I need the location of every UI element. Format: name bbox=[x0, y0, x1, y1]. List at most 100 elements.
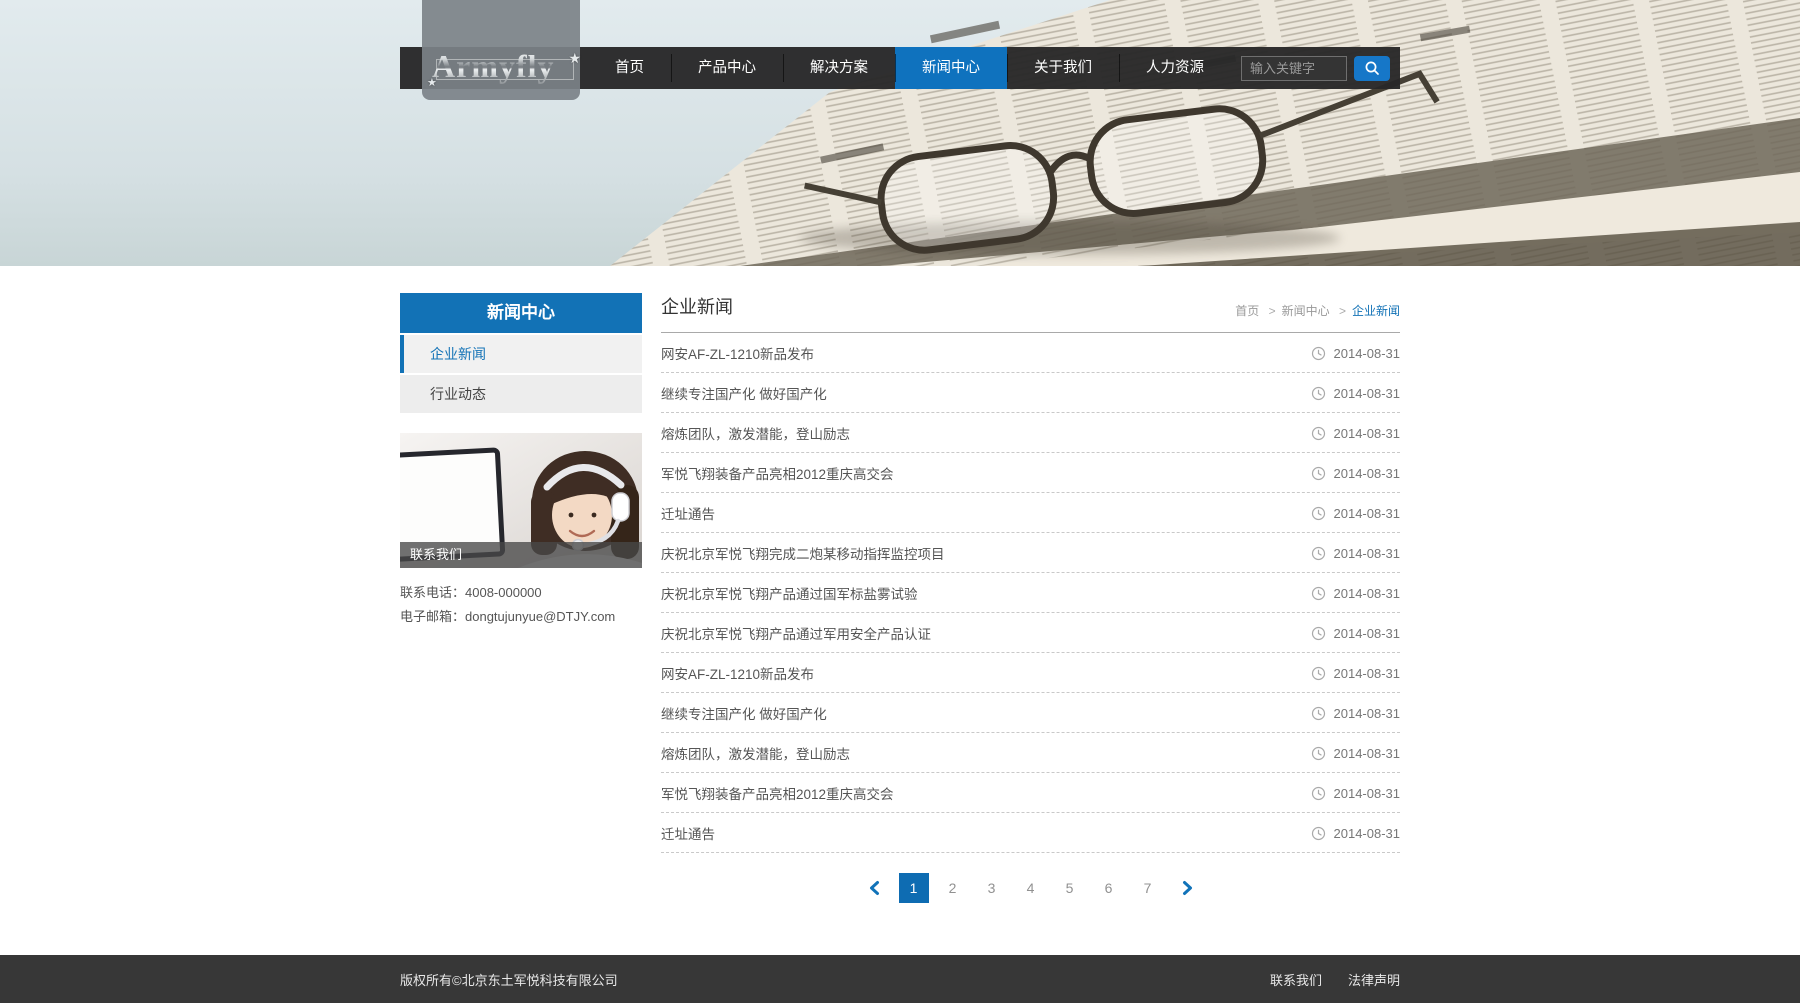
news-meta: 2014-08-31 bbox=[1311, 506, 1401, 521]
sidebar-item[interactable]: 企业新闻 bbox=[400, 335, 642, 373]
news-title-link[interactable]: 网安AF-ZL-1210新品发布 bbox=[661, 343, 814, 363]
sidebar-item[interactable]: 行业动态 bbox=[400, 375, 642, 413]
news-title-link[interactable]: 网安AF-ZL-1210新品发布 bbox=[661, 663, 814, 683]
news-row[interactable]: 军悦飞翔装备产品亮相2012重庆高交会 2014-08-31 bbox=[661, 453, 1400, 493]
news-title-link[interactable]: 庆祝北京军悦飞翔完成二炮某移动指挥监控项目 bbox=[661, 543, 945, 563]
news-title-link[interactable]: 军悦飞翔装备产品亮相2012重庆高交会 bbox=[661, 463, 894, 483]
logo[interactable]: ★ ★ Armyfly bbox=[430, 48, 580, 88]
page-title: 企业新闻 bbox=[661, 293, 733, 319]
news-date: 2014-08-31 bbox=[1334, 426, 1401, 441]
news-title-link[interactable]: 继续专注国产化 做好国产化 bbox=[661, 383, 827, 403]
news-meta: 2014-08-31 bbox=[1311, 706, 1401, 721]
footer-links: 联系我们 法律声明 bbox=[1270, 970, 1400, 989]
nav-item[interactable]: 人力资源 bbox=[1119, 47, 1231, 89]
nav-item[interactable]: 关于我们 bbox=[1007, 47, 1119, 89]
news-row[interactable]: 迁址通告 2014-08-31 bbox=[661, 813, 1400, 853]
search-input[interactable] bbox=[1241, 56, 1347, 81]
news-date: 2014-08-31 bbox=[1334, 386, 1401, 401]
news-row[interactable]: 网安AF-ZL-1210新品发布 2014-08-31 bbox=[661, 653, 1400, 693]
news-row[interactable]: 熔炼团队，激发潜能，登山励志 2014-08-31 bbox=[661, 733, 1400, 773]
pagination-page[interactable]: 7 bbox=[1133, 873, 1163, 903]
clock-icon bbox=[1311, 466, 1326, 481]
news-date: 2014-08-31 bbox=[1334, 666, 1401, 681]
pagination-page[interactable]: 4 bbox=[1016, 873, 1046, 903]
page: ★ ★ Armyfly 首页 产品中心 解决方案 新闻中心 关于我们 人力资源 bbox=[0, 0, 1800, 1003]
news-row[interactable]: 庆祝北京军悦飞翔完成二炮某移动指挥监控项目 2014-08-31 bbox=[661, 533, 1400, 573]
news-meta: 2014-08-31 bbox=[1311, 466, 1401, 481]
page-list: 1 2 3 4 5 6 7 bbox=[899, 873, 1163, 903]
breadcrumb-separator: > bbox=[1339, 304, 1346, 318]
news-date: 2014-08-31 bbox=[1334, 466, 1401, 481]
nav-item[interactable]: 产品中心 bbox=[671, 47, 783, 89]
news-title-link[interactable]: 熔炼团队，激发潜能，登山励志 bbox=[661, 423, 850, 443]
news-date: 2014-08-31 bbox=[1334, 506, 1401, 521]
news-date: 2014-08-31 bbox=[1334, 786, 1401, 801]
clock-icon bbox=[1311, 706, 1326, 721]
news-date: 2014-08-31 bbox=[1334, 586, 1401, 601]
chevron-right-icon bbox=[1179, 880, 1195, 896]
news-title-link[interactable]: 军悦飞翔装备产品亮相2012重庆高交会 bbox=[661, 783, 894, 803]
contact-info: 联系电话：4008-000000 电子邮箱：dongtujunyue@DTJY.… bbox=[400, 581, 642, 629]
pagination-page[interactable]: 3 bbox=[977, 873, 1007, 903]
pagination: 1 2 3 4 5 6 7 bbox=[661, 873, 1400, 903]
news-meta: 2014-08-31 bbox=[1311, 746, 1401, 761]
breadcrumb-separator: > bbox=[1269, 304, 1276, 318]
footer-link[interactable]: 法律声明 bbox=[1348, 970, 1400, 989]
contact-card: 联系我们 联系电话：4008-000000 电子邮箱：dongtujunyue@… bbox=[400, 433, 642, 629]
pagination-page[interactable]: 5 bbox=[1055, 873, 1085, 903]
news-row[interactable]: 熔炼团队，激发潜能，登山励志 2014-08-31 bbox=[661, 413, 1400, 453]
search-button[interactable] bbox=[1354, 56, 1390, 81]
content-section: 新闻中心 企业新闻 行业动态 bbox=[0, 266, 1800, 955]
news-row[interactable]: 庆祝北京军悦飞翔产品通过军用安全产品认证 2014-08-31 bbox=[661, 613, 1400, 653]
news-row[interactable]: 迁址通告 2014-08-31 bbox=[661, 493, 1400, 533]
news-title-link[interactable]: 迁址通告 bbox=[661, 823, 715, 843]
contact-phone: 联系电话：4008-000000 bbox=[400, 581, 642, 605]
news-date: 2014-08-31 bbox=[1334, 826, 1401, 841]
news-date: 2014-08-31 bbox=[1334, 706, 1401, 721]
news-title-link[interactable]: 熔炼团队，激发潜能，登山励志 bbox=[661, 743, 850, 763]
breadcrumb-link[interactable]: 新闻中心 bbox=[1282, 304, 1330, 318]
news-list: 网安AF-ZL-1210新品发布 2014-08-31 继续专注国产化 做好国产… bbox=[661, 333, 1400, 853]
news-meta: 2014-08-31 bbox=[1311, 786, 1401, 801]
sidebar-title: 新闻中心 bbox=[400, 293, 642, 333]
top-navbar: ★ ★ Armyfly 首页 产品中心 解决方案 新闻中心 关于我们 人力资源 bbox=[400, 47, 1400, 89]
clock-icon bbox=[1311, 826, 1326, 841]
news-title-link[interactable]: 庆祝北京军悦飞翔产品通过国军标盐雾试验 bbox=[661, 583, 918, 603]
pagination-page[interactable]: 2 bbox=[938, 873, 968, 903]
nav-item[interactable]: 新闻中心 bbox=[895, 47, 1007, 89]
search-area bbox=[1241, 47, 1390, 89]
clock-icon bbox=[1311, 546, 1326, 561]
clock-icon bbox=[1311, 506, 1326, 521]
news-meta: 2014-08-31 bbox=[1311, 386, 1401, 401]
news-title-link[interactable]: 继续专注国产化 做好国产化 bbox=[661, 703, 827, 723]
prev-page-button[interactable] bbox=[860, 873, 890, 903]
nav-item[interactable]: 解决方案 bbox=[783, 47, 895, 89]
contact-photo[interactable]: 联系我们 bbox=[400, 433, 642, 568]
news-title-link[interactable]: 庆祝北京军悦飞翔产品通过军用安全产品认证 bbox=[661, 623, 931, 643]
next-page-button[interactable] bbox=[1172, 873, 1202, 903]
news-row[interactable]: 继续专注国产化 做好国产化 2014-08-31 bbox=[661, 693, 1400, 733]
news-meta: 2014-08-31 bbox=[1311, 586, 1401, 601]
footer-link[interactable]: 联系我们 bbox=[1270, 970, 1322, 989]
news-date: 2014-08-31 bbox=[1334, 626, 1401, 641]
breadcrumb-link[interactable]: 企业新闻 bbox=[1352, 304, 1400, 318]
pagination-page[interactable]: 1 bbox=[899, 873, 929, 903]
pagination-page[interactable]: 6 bbox=[1094, 873, 1124, 903]
chevron-left-icon bbox=[867, 880, 883, 896]
news-meta: 2014-08-31 bbox=[1311, 546, 1401, 561]
main-content: 企业新闻 首页 > 新闻中心 > 企业新闻 网安AF-ZL-1210新品发布 201… bbox=[661, 293, 1400, 903]
news-row[interactable]: 军悦飞翔装备产品亮相2012重庆高交会 2014-08-31 bbox=[661, 773, 1400, 813]
news-meta: 2014-08-31 bbox=[1311, 346, 1401, 361]
news-meta: 2014-08-31 bbox=[1311, 666, 1401, 681]
news-title-link[interactable]: 迁址通告 bbox=[661, 503, 715, 523]
clock-icon bbox=[1311, 666, 1326, 681]
sidebar-menu: 企业新闻 行业动态 bbox=[400, 335, 642, 413]
news-meta: 2014-08-31 bbox=[1311, 826, 1401, 841]
logo-text: Armyfly bbox=[432, 48, 555, 85]
news-row[interactable]: 网安AF-ZL-1210新品发布 2014-08-31 bbox=[661, 333, 1400, 373]
news-date: 2014-08-31 bbox=[1334, 346, 1401, 361]
breadcrumb-link[interactable]: 首页 bbox=[1235, 304, 1259, 318]
news-row[interactable]: 庆祝北京军悦飞翔产品通过国军标盐雾试验 2014-08-31 bbox=[661, 573, 1400, 613]
nav-item[interactable]: 首页 bbox=[588, 47, 671, 89]
news-row[interactable]: 继续专注国产化 做好国产化 2014-08-31 bbox=[661, 373, 1400, 413]
